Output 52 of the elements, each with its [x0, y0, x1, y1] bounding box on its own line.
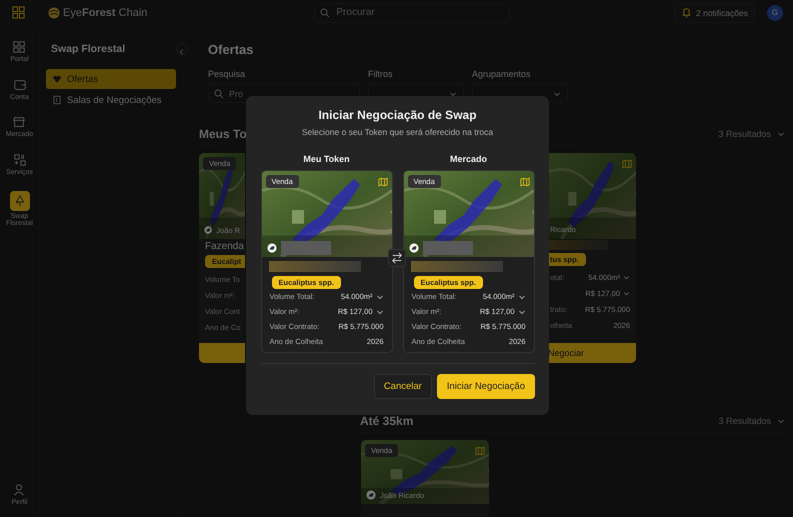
- filter-label: Filtros: [368, 69, 394, 79]
- user-icon: [12, 483, 26, 498]
- filter-label: Agrupamentos: [472, 69, 532, 79]
- user-avatar[interactable]: G: [767, 4, 783, 20]
- card-title: Fazenda: [204, 240, 245, 252]
- notifications-button[interactable]: 2 notificações: [674, 2, 755, 22]
- collapse-button[interactable]: [176, 43, 188, 55]
- chevron-left-icon: [178, 48, 186, 56]
- globe-logo-icon: [48, 6, 60, 18]
- owner-avatar-icon: [408, 243, 418, 253]
- results-count: 3 Resultados: [718, 416, 771, 426]
- swap-arrows-icon: [388, 249, 406, 267]
- search-icon: [320, 8, 330, 18]
- owner-avatar-icon: [366, 490, 376, 500]
- owner-avatar-icon: [266, 243, 276, 253]
- filter-label: Pesquisa: [208, 69, 246, 79]
- column-heading: Meu Token: [303, 154, 350, 164]
- redacted-name-block: [280, 241, 330, 255]
- services-icon: [12, 153, 26, 168]
- dialog-subtitle: Selecione o seu Token que será oferecido na troca: [302, 127, 494, 137]
- trees-icon: [52, 74, 62, 84]
- store-icon: [12, 115, 26, 130]
- apps-grid-icon[interactable]: [11, 5, 26, 20]
- column-heading: Mercado: [450, 154, 487, 164]
- start-negotiation-button[interactable]: Iniciar Negociação: [436, 374, 535, 399]
- bell-icon: [681, 7, 692, 18]
- wallet-icon: [12, 78, 26, 92]
- sidebar-title: Swap Florestal: [51, 43, 126, 55]
- dialog-title: Iniciar Negociação de Swap: [318, 108, 477, 122]
- tree-icon: [10, 190, 30, 211]
- cancel-button[interactable]: Cancelar: [374, 374, 432, 399]
- door-icon: [52, 95, 62, 105]
- search-field[interactable]: Procurar: [314, 2, 510, 22]
- owner-avatar-icon: [204, 225, 212, 235]
- sidebar-item[interactable]: Ofertas: [46, 69, 176, 89]
- sidebar-item[interactable]: Salas de Negociações: [46, 90, 176, 110]
- map-icon[interactable]: [520, 177, 530, 187]
- chevron-down-icon[interactable]: [623, 290, 630, 297]
- search-icon: [214, 88, 224, 98]
- redacted-title-block: [548, 240, 608, 250]
- map-icon[interactable]: [378, 177, 388, 187]
- map-icon[interactable]: [475, 446, 485, 456]
- page-title: Ofertas: [208, 42, 255, 57]
- grid-icon: [12, 40, 26, 54]
- map-icon[interactable]: [622, 159, 632, 169]
- section-title: Até 35km: [360, 414, 414, 428]
- app-logo: EyeForest Chain: [63, 6, 148, 18]
- chevron-down-icon[interactable]: [623, 274, 630, 281]
- redacted-name-block: [422, 241, 472, 255]
- negotiate-button[interactable]: Negociar: [548, 343, 636, 363]
- results-count: 3 Resultados: [718, 129, 771, 139]
- section-title: Meus To: [199, 127, 247, 141]
